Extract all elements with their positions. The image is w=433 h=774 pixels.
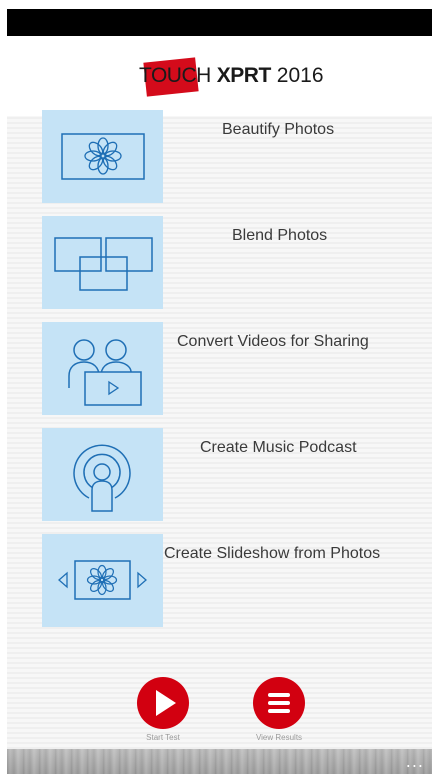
scenario-tile[interactable] [42, 216, 163, 309]
flower-photo-icon [61, 133, 145, 180]
scenario-beautify-photos[interactable]: Beautify Photos [7, 110, 432, 206]
logo-year-text: 2016 [276, 64, 324, 87]
scenario-music-podcast[interactable]: Create Music Podcast [7, 428, 432, 524]
app-window: TOUCH XPRT 2016 Beautify Photos Blend Ph… [7, 9, 432, 774]
scenario-label[interactable]: Create Slideshow from Photos [164, 545, 380, 563]
podcast-icon [73, 444, 131, 512]
logo-touch-text: TOUCH [139, 64, 211, 87]
more-options-button[interactable]: ... [406, 752, 424, 771]
scenario-tile[interactable] [42, 110, 163, 203]
menu-lines-icon [268, 693, 290, 713]
scenario-label[interactable]: Create Music Podcast [200, 439, 357, 457]
logo-xprt-text: XPRT [216, 64, 272, 87]
scenario-tile[interactable] [42, 322, 163, 415]
play-icon [156, 690, 176, 716]
status-bar [7, 9, 432, 36]
start-test-button[interactable] [137, 677, 189, 729]
action-bar: Start Test View Results [7, 677, 432, 749]
view-results-button[interactable] [253, 677, 305, 729]
app-bar: ... [7, 749, 432, 774]
logo-red-badge: TOUCH [135, 62, 217, 90]
view-results-label[interactable]: View Results [239, 733, 319, 742]
scenario-slideshow[interactable]: Create Slideshow from Photos [7, 534, 432, 630]
slideshow-icon [58, 560, 147, 600]
scenario-tile[interactable] [42, 534, 163, 627]
scenario-label[interactable]: Convert Videos for Sharing [177, 333, 369, 351]
people-video-icon [68, 339, 142, 406]
scenario-label[interactable]: Blend Photos [232, 227, 327, 245]
scenario-label[interactable]: Beautify Photos [222, 121, 334, 139]
touchxprt-logo: TOUCH XPRT 2016 [135, 56, 324, 96]
scenario-tile[interactable] [42, 428, 163, 521]
header: TOUCH XPRT 2016 [7, 36, 432, 116]
scenario-convert-videos[interactable]: Convert Videos for Sharing [7, 322, 432, 418]
overlapping-frames-icon [54, 237, 153, 291]
start-test-label[interactable]: Start Test [123, 733, 203, 742]
scenario-blend-photos[interactable]: Blend Photos [7, 216, 432, 312]
